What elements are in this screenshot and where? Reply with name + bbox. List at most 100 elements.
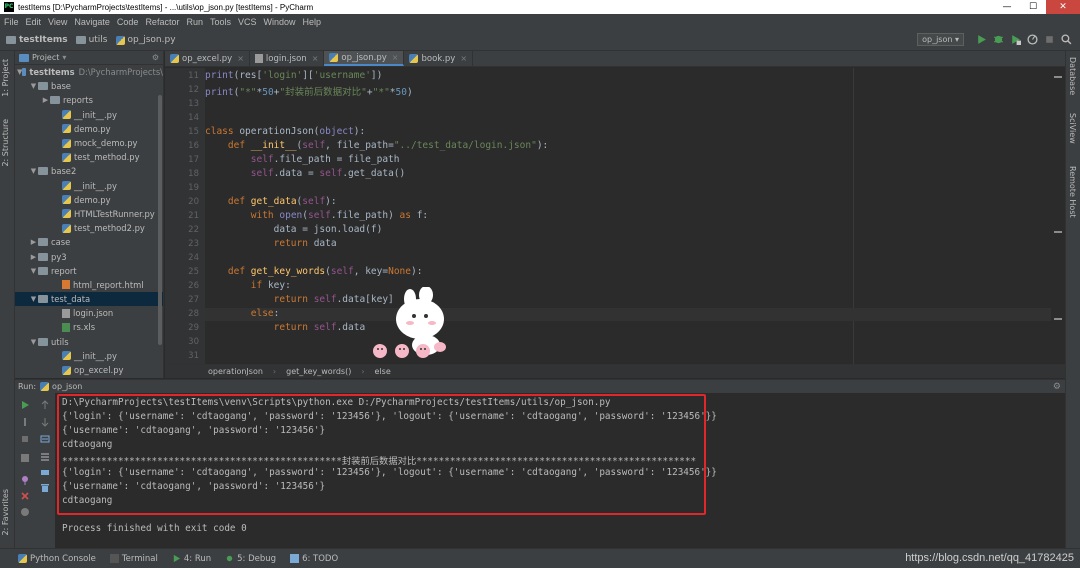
favorites-tool-tab[interactable]: 2: Favorites [1, 489, 10, 535]
tree-root[interactable]: ▼ testItems D:\PycharmProjects\ [15, 65, 163, 79]
tree-item[interactable]: HTMLTestRunner.py [15, 207, 163, 221]
close-tab-icon[interactable]: × [460, 54, 467, 63]
tree-item[interactable]: ▼ utils [15, 335, 163, 349]
close-icon[interactable] [20, 491, 30, 501]
project-view-selector[interactable]: Project [32, 53, 59, 62]
run-console-output[interactable]: D:\PycharmProjects\testItems\venv\Script… [55, 393, 1065, 548]
wrench-icon[interactable] [20, 417, 30, 427]
tree-item[interactable]: ▶ py3 [15, 249, 163, 263]
tree-item[interactable]: mock_demo.py [15, 136, 163, 150]
editor-tab[interactable]: op_json.py × [324, 51, 405, 66]
remote-host-tool-tab[interactable]: Remote Host [1068, 166, 1077, 218]
run-tab[interactable]: 4: Run [172, 554, 211, 564]
tree-item[interactable]: __init__.py [15, 179, 163, 193]
code-view[interactable]: print(res['login']['username']) print("*… [205, 68, 1065, 364]
arrow-up-icon[interactable] [40, 400, 50, 410]
tree-item[interactable]: ▼ base2 [15, 164, 163, 178]
search-icon[interactable] [1061, 34, 1072, 45]
run-config-dropdown[interactable]: op_json ▾ [917, 33, 964, 46]
run-config-tab[interactable]: op_json [52, 382, 82, 391]
todo-tab[interactable]: 6: TODO [290, 554, 338, 564]
database-tool-tab[interactable]: Database [1068, 57, 1077, 95]
minimize-icon[interactable]: — [994, 0, 1020, 14]
tree-item[interactable]: ▶ reports [15, 93, 163, 107]
close-tab-icon[interactable]: × [312, 54, 319, 63]
menu-vcs[interactable]: VCS [238, 17, 257, 27]
tree-item[interactable]: rs.xls [15, 320, 163, 334]
tree-item[interactable]: ▶ case [15, 235, 163, 249]
debug-tab[interactable]: 5: Debug [225, 554, 276, 564]
tree-item[interactable]: ▼ test_data [15, 292, 163, 307]
nav-crumb-utils[interactable]: utils [75, 35, 108, 45]
menu-file[interactable]: File [4, 17, 19, 27]
profile-icon[interactable] [1027, 34, 1038, 45]
layout-icon[interactable] [20, 453, 30, 463]
nav-crumb-file[interactable]: op_json.py [115, 35, 176, 45]
pin-icon[interactable] [20, 475, 30, 485]
tree-item[interactable]: __init__.py [15, 349, 163, 363]
line-number: 18 [188, 169, 199, 179]
chevron-down-icon[interactable]: ▼ [29, 267, 38, 275]
scrollbar-thumb[interactable] [158, 95, 162, 345]
menu-view[interactable]: View [48, 17, 67, 27]
breadcrumb-class[interactable]: operationJson [208, 367, 263, 376]
tree-item[interactable]: demo.py [15, 122, 163, 136]
structure-tool-tab[interactable]: 2: Structure [1, 119, 10, 167]
close-icon[interactable]: ✕ [1046, 0, 1080, 14]
maximize-icon[interactable]: ☐ [1020, 0, 1046, 14]
chevron-right-icon[interactable]: ▶ [41, 96, 50, 104]
menu-tools[interactable]: Tools [210, 17, 231, 27]
chevron-down-icon[interactable]: ▼ [29, 82, 38, 90]
debug-icon[interactable] [993, 34, 1004, 45]
trash-icon[interactable] [40, 483, 50, 493]
coverage-icon[interactable] [1010, 34, 1021, 45]
breadcrumb-block[interactable]: else [375, 367, 391, 376]
tree-item[interactable]: demo.py [15, 193, 163, 207]
menu-run[interactable]: Run [186, 17, 203, 27]
menu-navigate[interactable]: Navigate [74, 17, 110, 27]
help-icon[interactable] [20, 507, 30, 517]
project-tool-tab[interactable]: 1: Project [1, 59, 10, 97]
python-console-tab[interactable]: Python Console [18, 554, 96, 564]
gear-icon[interactable]: ⚙ [1053, 382, 1061, 392]
tree-item[interactable]: ▼ base [15, 79, 163, 93]
tree-item[interactable]: test_method.py [15, 150, 163, 164]
menu-edit[interactable]: Edit [26, 17, 42, 27]
chevron-down-icon[interactable]: ▾ [62, 53, 66, 62]
menu-help[interactable]: Help [303, 17, 322, 27]
tree-item[interactable]: op_excel.py [15, 363, 163, 377]
chevron-down-icon[interactable]: ▼ [29, 167, 38, 175]
arrow-down-icon[interactable] [40, 417, 50, 427]
tree-item[interactable]: test_method2.py [15, 221, 163, 235]
close-tab-icon[interactable]: × [392, 53, 399, 62]
tree-item[interactable]: ▼ report [15, 264, 163, 278]
project-scrollbar[interactable] [157, 65, 163, 378]
stop-icon[interactable] [1044, 34, 1055, 45]
menu-refactor[interactable]: Refactor [145, 17, 179, 27]
tree-item[interactable]: html_report.html [15, 278, 163, 292]
chevron-down-icon[interactable]: ▼ [29, 295, 38, 303]
gear-icon[interactable]: ⚙ [152, 53, 159, 62]
soft-wrap-icon[interactable] [40, 434, 50, 444]
editor-tab[interactable]: op_excel.py × [165, 51, 250, 66]
nav-crumb-project[interactable]: testItems [6, 35, 68, 45]
chevron-right-icon[interactable]: ▶ [29, 253, 38, 261]
tree-item[interactable]: login.json [15, 306, 163, 320]
close-tab-icon[interactable]: × [237, 54, 244, 63]
menu-code[interactable]: Code [117, 17, 139, 27]
breadcrumb-method[interactable]: get_key_words() [286, 367, 351, 376]
chevron-down-icon[interactable]: ▼ [29, 338, 38, 346]
menu-window[interactable]: Window [264, 17, 296, 27]
sciview-tool-tab[interactable]: SciView [1068, 113, 1077, 144]
rerun-icon[interactable] [20, 400, 30, 410]
print-icon[interactable] [40, 467, 50, 477]
terminal-tab[interactable]: Terminal [109, 554, 158, 564]
editor-tab[interactable]: login.json × [250, 51, 325, 66]
stop-icon[interactable] [20, 434, 30, 444]
scroll-to-end-icon[interactable] [40, 451, 50, 461]
editor-tab[interactable]: book.py × [404, 51, 474, 66]
tree-item[interactable]: __init__.py [15, 108, 163, 122]
editor-scrollbar[interactable] [1051, 68, 1065, 364]
run-icon[interactable] [976, 34, 987, 45]
chevron-right-icon[interactable]: ▶ [29, 238, 38, 246]
